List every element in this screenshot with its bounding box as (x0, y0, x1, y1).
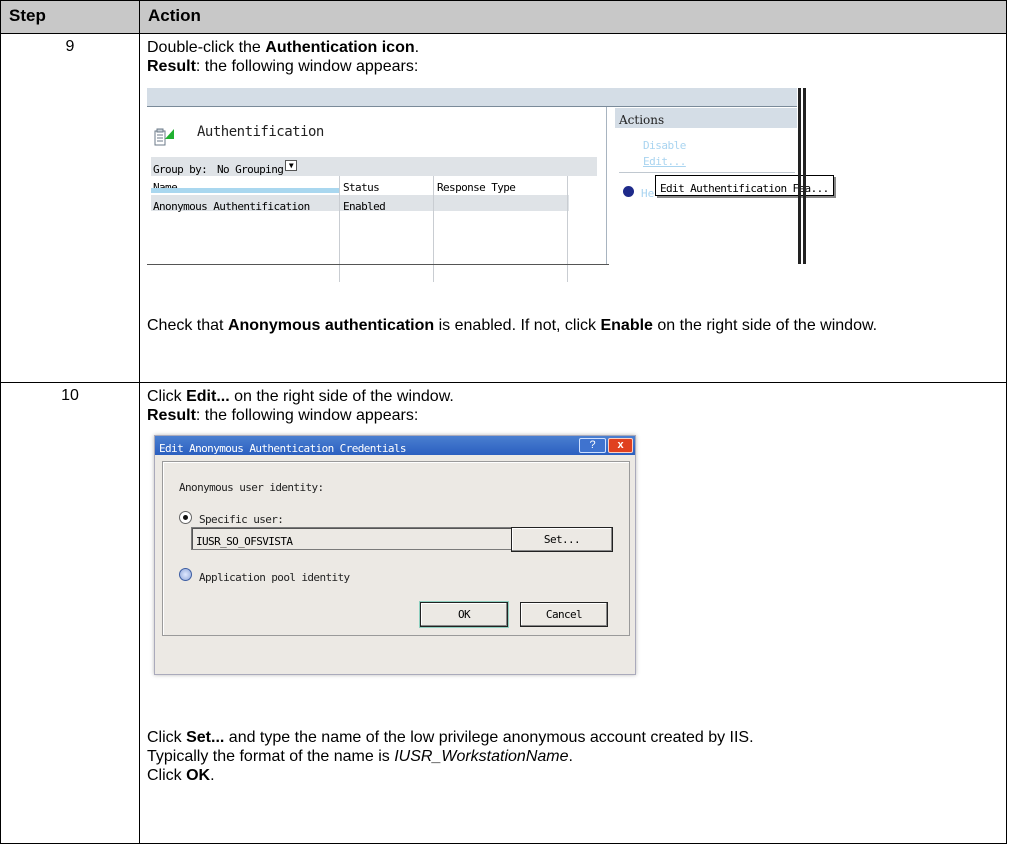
authentication-screenshot: Authentification Group by: No Grouping ▼… (147, 88, 834, 282)
divider (619, 172, 795, 173)
close-button[interactable]: x (608, 438, 633, 453)
action-cell: Click Edit... on the right side of the w… (139, 382, 1007, 844)
grid-header: Name Status Response Type (151, 176, 569, 194)
instruction: Click Edit... on the right side of the w… (147, 388, 454, 405)
sort-indicator (151, 188, 339, 193)
app-pool-radio[interactable] (179, 568, 192, 581)
set-button[interactable]: Set... (511, 527, 613, 552)
pane-bottom-border (147, 264, 609, 265)
result-line: Result: the following window appears: (147, 407, 419, 424)
window-edge (798, 88, 801, 264)
header-action: Action (139, 0, 1007, 34)
features-grid: Name Status Response Type Anonymous Auth… (151, 176, 569, 282)
specific-user-field[interactable]: IUSR_SO_OFSVISTA (191, 527, 523, 550)
chevron-down-icon[interactable]: ▼ (285, 160, 297, 171)
edit-link[interactable]: Edit... (643, 152, 686, 171)
column-divider (339, 176, 340, 282)
authentication-icon (154, 128, 174, 146)
help-link[interactable]: He (641, 184, 654, 203)
identity-label: Anonymous user identity: (179, 481, 324, 494)
top-toolbar (147, 88, 797, 106)
page-title: Authentification (197, 124, 324, 140)
features-pane: Authentification Group by: No Grouping ▼… (147, 107, 607, 282)
group-by-bar: Group by: No Grouping ▼ (151, 157, 597, 176)
table-row: 10 Click Edit... on the right side of th… (0, 382, 1007, 844)
result-line: Result: the following window appears: (147, 58, 419, 75)
check-instruction: Check that Anonymous authentication is e… (147, 317, 878, 334)
ok-instruction: Click OK. (147, 767, 215, 784)
header-step: Step (0, 0, 140, 34)
format-instruction: Typically the format of the name is IUSR… (147, 748, 573, 765)
specific-user-radio[interactable] (179, 511, 192, 524)
table-row: 9 Double-click the Authentication icon. … (0, 33, 1007, 383)
table-row[interactable]: Anonymous Authentification Enabled (151, 195, 569, 213)
dialog-title: Edit Anonymous Authentication Credential… (155, 436, 635, 455)
set-instruction: Click Set... and type the name of the lo… (147, 729, 754, 746)
credentials-dialog: Edit Anonymous Authentication Credential… (154, 435, 636, 675)
step-number: 10 (0, 382, 140, 844)
cancel-button[interactable]: Cancel (520, 602, 608, 627)
ok-button[interactable]: OK (419, 601, 509, 628)
window-edge (803, 88, 806, 264)
actions-title: Actions (615, 108, 797, 128)
tooltip: Edit Authentification Fea... (655, 175, 834, 196)
help-icon[interactable] (623, 186, 634, 197)
action-cell: Double-click the Authentication icon. Re… (139, 33, 1007, 383)
app-pool-label: Application pool identity (199, 571, 350, 584)
row-status: Enabled (343, 200, 386, 213)
row-name: Anonymous Authentification (153, 200, 310, 213)
steps-table: Step Action 9 Double-click the Authentic… (0, 0, 1007, 844)
instruction: Double-click the Authentication icon. (147, 39, 420, 56)
credentials-dialog-screenshot: Edit Anonymous Authentication Credential… (154, 435, 636, 675)
help-button[interactable]: ? (579, 438, 606, 453)
column-divider (567, 176, 568, 282)
column-divider (433, 176, 434, 282)
step-number: 9 (0, 33, 140, 383)
